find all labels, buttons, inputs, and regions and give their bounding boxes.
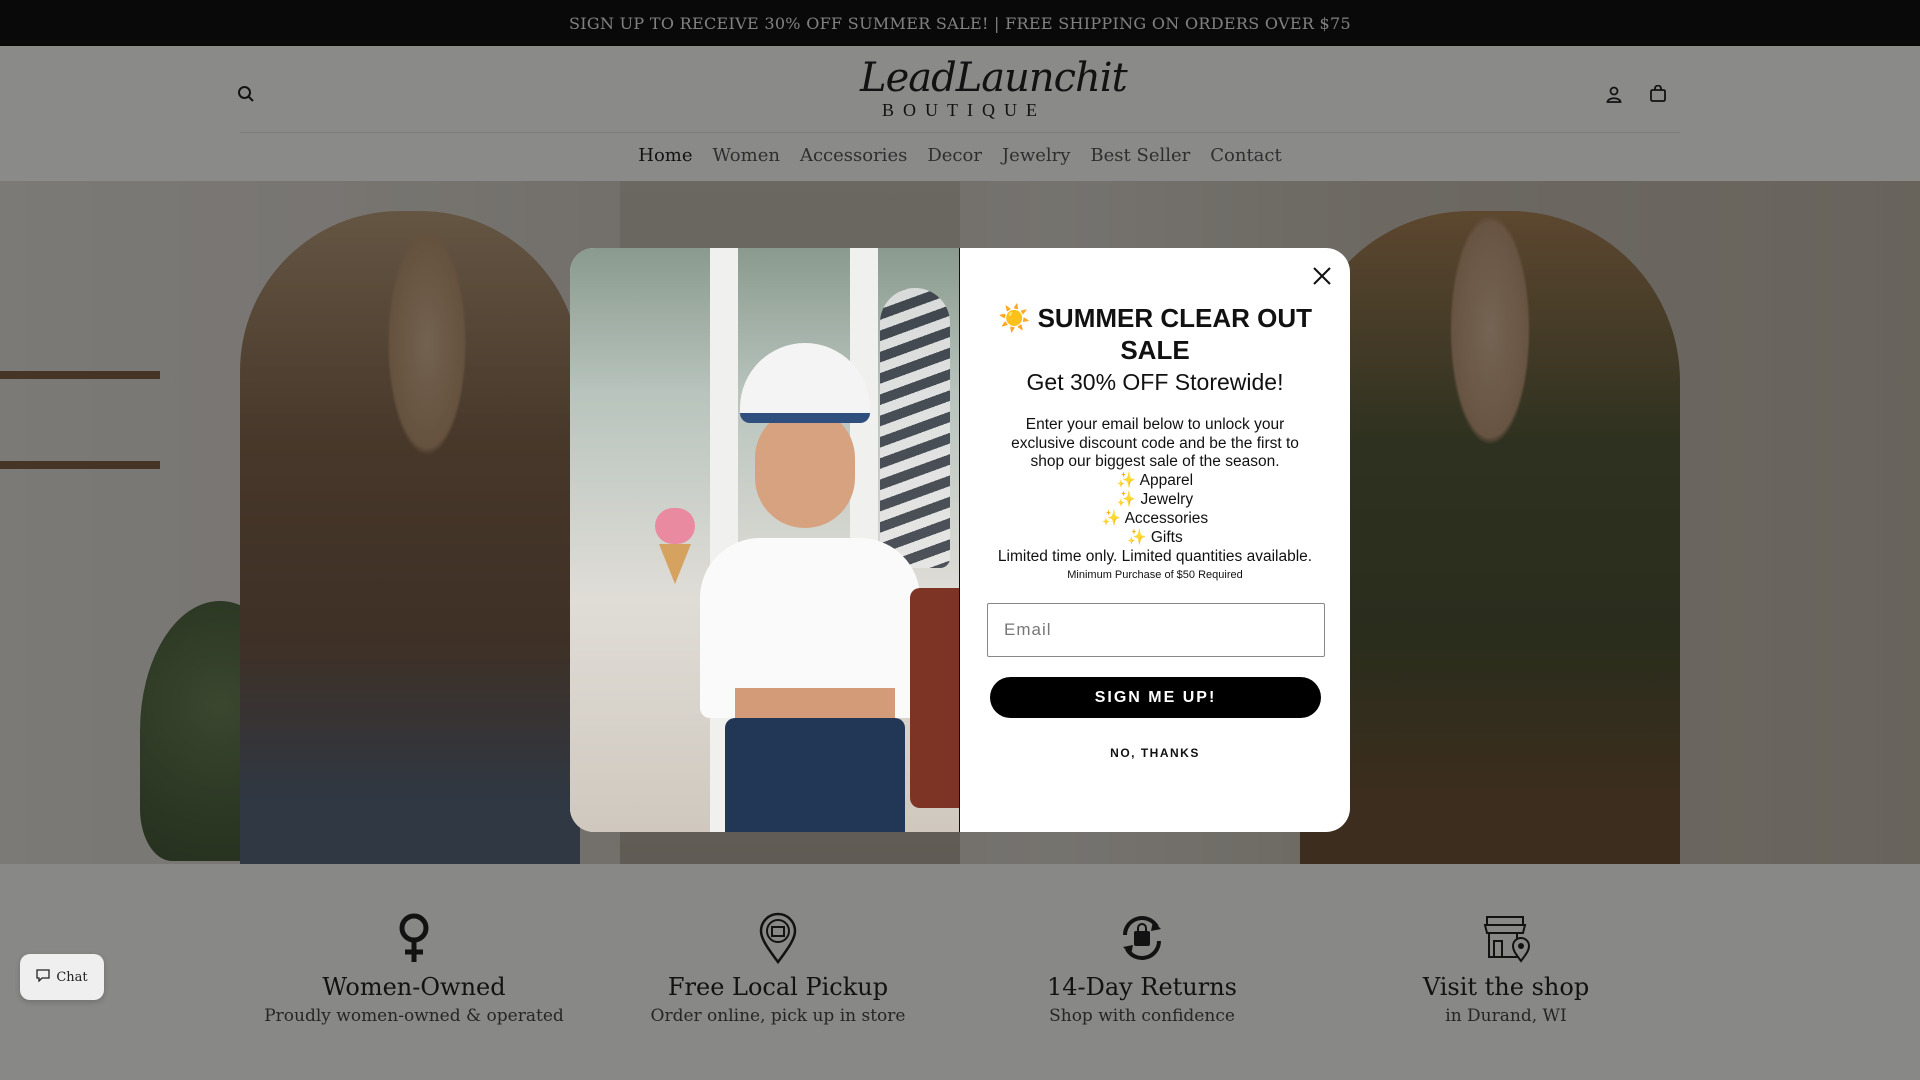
model-bag: [910, 588, 959, 808]
popup-title-text: SUMMER CLEAR OUT SALE: [1037, 303, 1313, 365]
category-item: ✨ Accessories: [1101, 510, 1209, 527]
chat-button[interactable]: Chat: [20, 954, 104, 1000]
close-icon[interactable]: [1308, 262, 1336, 290]
model-cap: [740, 343, 870, 423]
popup-minimum-text: Minimum Purchase of $50 Required: [1067, 569, 1243, 581]
sun-icon: ☀️: [997, 303, 1031, 333]
ice-cream-cone: [655, 508, 695, 584]
category-item: ✨ Jewelry: [1116, 491, 1194, 508]
chat-bubble-icon: [36, 968, 50, 986]
chat-label: Chat: [56, 969, 88, 985]
category-item: ✨ Gifts: [1127, 529, 1183, 546]
popup-content: ☀️ SUMMER CLEAR OUT SALE Get 30% OFF Sto…: [960, 248, 1350, 832]
popup-subtitle: Get 30% OFF Storewide!: [1026, 369, 1284, 395]
popup-limited-text: Limited time only. Limited quantities av…: [997, 548, 1313, 565]
category-item: ✨ Apparel: [1116, 472, 1194, 489]
ice-cream-wafer: [659, 544, 691, 584]
ice-cream-scoop: [655, 508, 695, 544]
model-jeans: [725, 718, 905, 832]
popup-category-list: ✨ Apparel ✨ Jewelry ✨ Accessories ✨ Gift…: [980, 471, 1330, 547]
no-thanks-button[interactable]: NO, THANKS: [1055, 746, 1255, 760]
email-field[interactable]: [987, 603, 1325, 657]
popup-image: [570, 248, 959, 832]
sign-up-button[interactable]: SIGN ME UP!: [990, 677, 1321, 718]
popup-description: Enter your email below to unlock your ex…: [1011, 416, 1299, 470]
popup-model: [630, 288, 959, 832]
model-face: [755, 408, 855, 528]
signup-popup: ☀️ SUMMER CLEAR OUT SALE Get 30% OFF Sto…: [570, 248, 1350, 832]
popup-title: ☀️ SUMMER CLEAR OUT SALE: [980, 302, 1330, 366]
